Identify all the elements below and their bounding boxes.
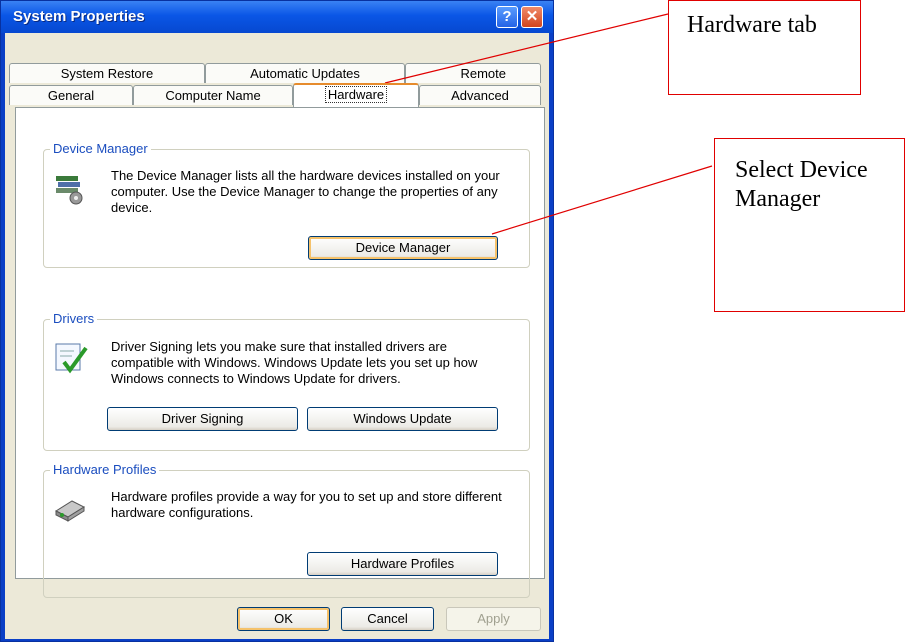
tab-hardware[interactable]: Hardware	[293, 83, 419, 107]
hardware-tab-callout: Hardware tab	[668, 0, 861, 95]
select-device-manager-callout: Select Device Manager	[714, 138, 905, 312]
device-manager-pointer	[491, 165, 713, 235]
tab-hardware-label: Hardware	[324, 86, 388, 103]
hardware-tab-pointer	[384, 13, 669, 84]
annotation-lines	[384, 13, 713, 235]
